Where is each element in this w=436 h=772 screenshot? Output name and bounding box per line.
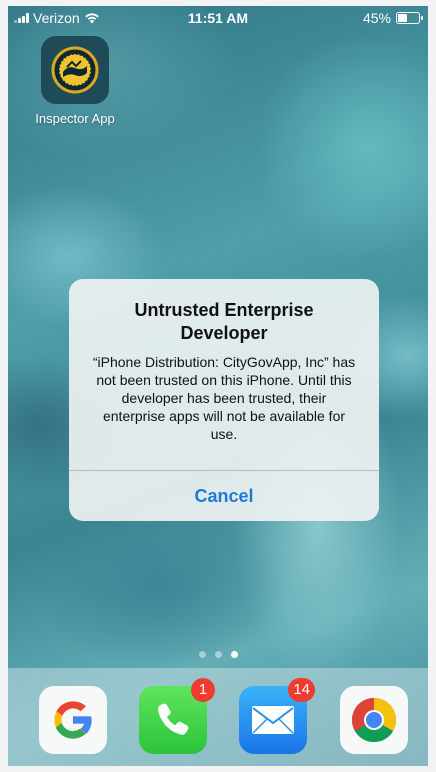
dock: 1 14 xyxy=(8,668,428,766)
app-inspector[interactable]: Inspector App xyxy=(30,36,120,126)
dock-app-chrome[interactable] xyxy=(340,686,408,754)
page-dot xyxy=(198,651,206,658)
page-dot-active xyxy=(230,651,238,658)
alert-title: Untrusted Enterprise Developer xyxy=(134,300,314,343)
chrome-icon xyxy=(351,697,397,743)
alert-dialog: Untrusted Enterprise Developer “iPhone D… xyxy=(69,279,379,521)
city-seal-icon xyxy=(41,36,109,104)
dock-app-google[interactable] xyxy=(39,686,107,754)
phone-icon xyxy=(158,703,189,735)
app-label: Inspector App xyxy=(35,111,115,126)
mail-icon xyxy=(252,706,294,734)
page-indicator[interactable] xyxy=(8,651,428,658)
notification-badge: 14 xyxy=(288,678,315,702)
home-screen: Verizon 11:51 AM 45% Inspector App Untru… xyxy=(8,6,428,766)
battery-icon xyxy=(396,12,423,24)
dock-app-mail[interactable]: 14 xyxy=(239,678,315,754)
dock-app-phone[interactable]: 1 xyxy=(139,678,215,754)
cancel-button[interactable]: Cancel xyxy=(69,471,379,521)
page-dot xyxy=(214,651,222,658)
status-bar: Verizon 11:51 AM 45% xyxy=(8,6,428,30)
google-icon xyxy=(54,701,93,739)
battery-percent: 45% xyxy=(362,10,391,26)
alert-message: “iPhone Distribution: CityGovApp, Inc” h… xyxy=(92,354,356,442)
notification-badge: 1 xyxy=(191,678,215,702)
status-bar-right: 45% xyxy=(362,10,423,26)
